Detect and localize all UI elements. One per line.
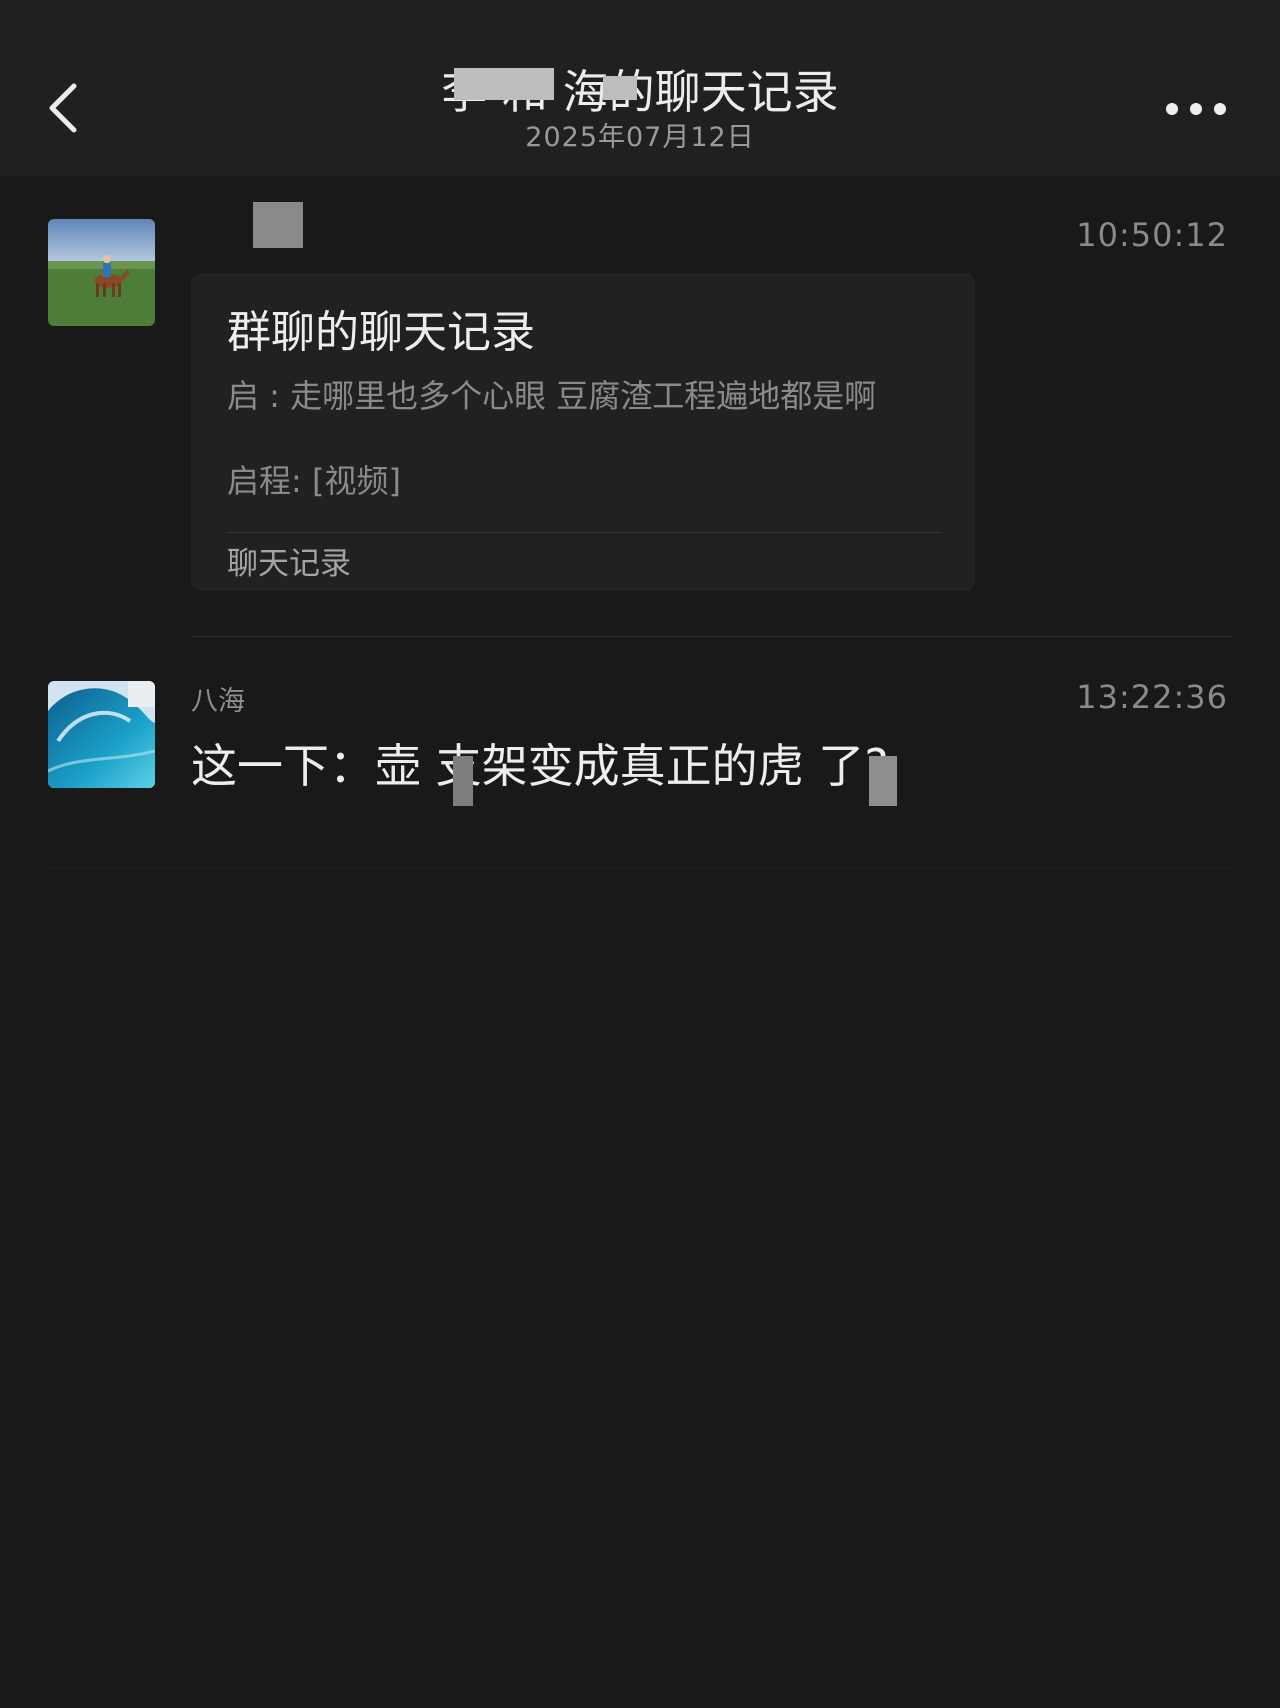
horse-rider-avatar-icon — [48, 219, 155, 326]
redaction-mask — [454, 68, 554, 100]
avatar[interactable] — [48, 219, 155, 326]
chat-record-preview-line: 启 : 走哪里也多个心眼 豆腐渣工程遍地都是啊 — [227, 377, 877, 415]
back-button[interactable] — [40, 76, 88, 140]
more-dot — [1214, 103, 1226, 115]
message-divider — [48, 868, 1233, 869]
more-dot — [1190, 103, 1202, 115]
redaction-mask — [253, 202, 303, 248]
sender-name: 八海 — [191, 686, 245, 717]
ocean-wave-avatar-icon — [48, 681, 155, 788]
card-divider — [227, 532, 941, 533]
redaction-mask — [453, 756, 473, 806]
page-title: 李 和 海的聊天记录 — [441, 65, 839, 119]
message-time: 13:22:36 — [1076, 678, 1228, 716]
chat-record-card[interactable]: 群聊的聊天记录 启 : 走哪里也多个心眼 豆腐渣工程遍地都是啊 启程: [视频]… — [191, 273, 975, 591]
chevron-left-icon — [49, 83, 77, 133]
avatar[interactable] — [48, 681, 155, 788]
message-time: 10:50:12 — [1076, 216, 1228, 254]
chat-record-footer-label: 聊天记录 — [227, 546, 351, 582]
nav-bar: 李 和 海的聊天记录 2025年07月12日 — [0, 0, 1280, 176]
more-button[interactable] — [1166, 96, 1226, 124]
redaction-mask — [869, 756, 897, 806]
page-subtitle-date: 2025年07月12日 — [525, 122, 755, 153]
message-divider — [191, 636, 1233, 637]
more-dot — [1166, 103, 1178, 115]
chat-record-preview-line: 启程: [视频] — [227, 462, 401, 500]
message-text: 这一下：壶 支架变成真正的虎 了? — [191, 739, 889, 793]
redaction-mask — [603, 76, 637, 100]
chat-record-title: 群聊的聊天记录 — [227, 307, 535, 358]
